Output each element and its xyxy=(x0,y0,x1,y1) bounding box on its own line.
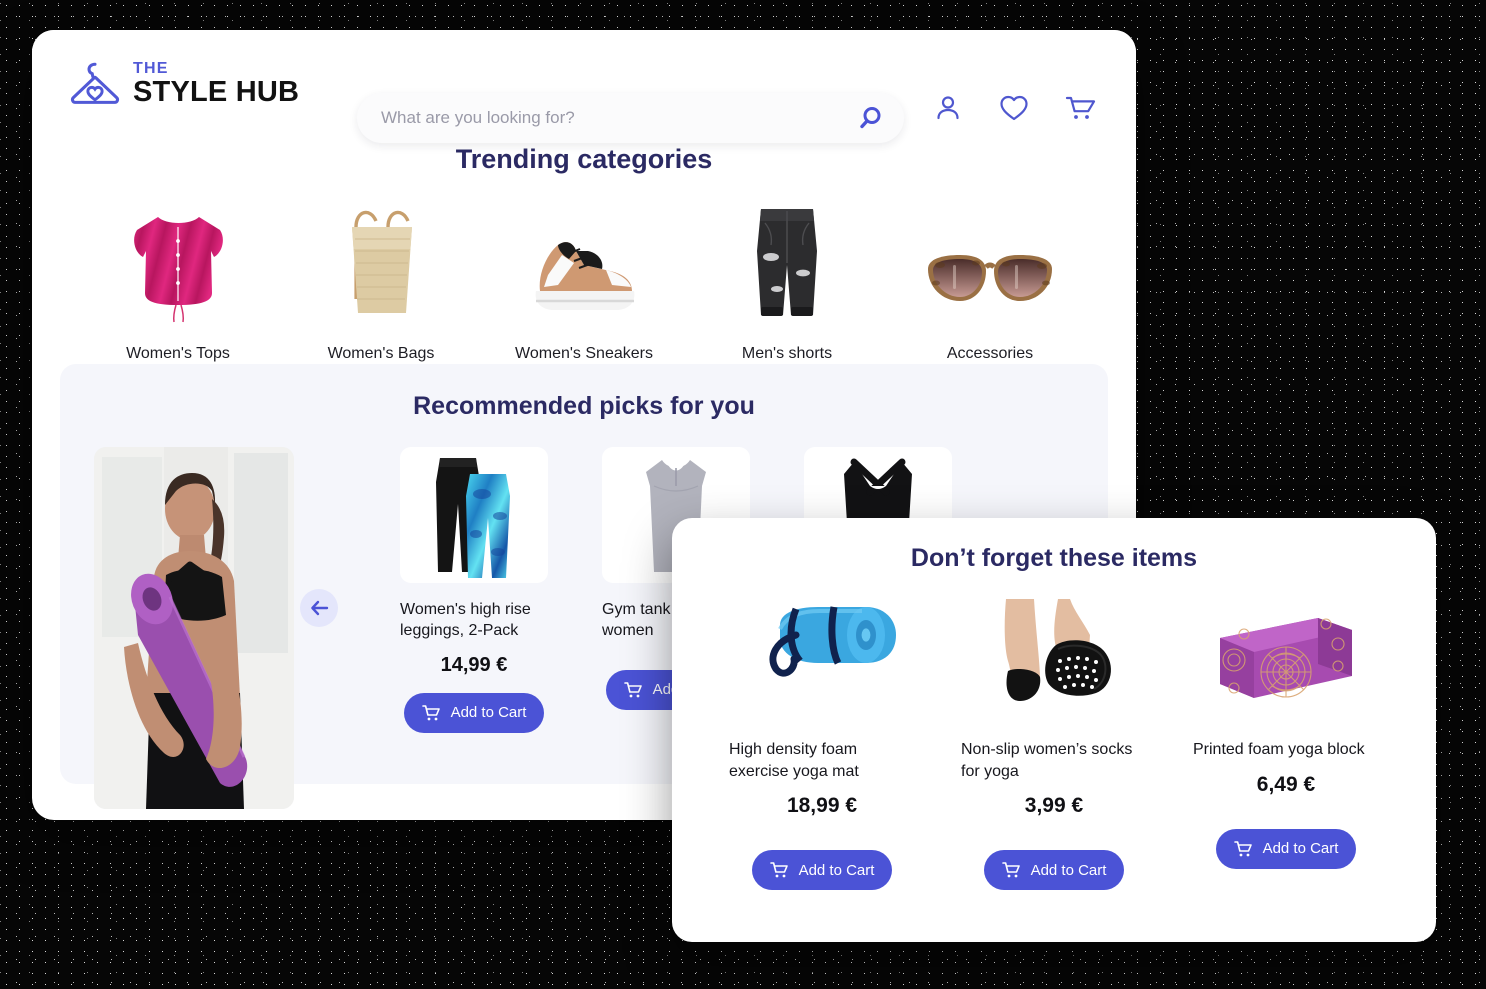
upsell-modal: Don’t forget these items High density fo… xyxy=(672,518,1436,942)
upsell-item-name: High density foam exercise yoga mat xyxy=(729,741,859,780)
category-mens-shorts[interactable]: Men's shorts xyxy=(697,203,877,363)
brand-logo[interactable]: THE STYLE HUB xyxy=(68,58,299,110)
upsell-item-image xyxy=(729,599,915,721)
add-to-cart-label: Add to Cart xyxy=(450,704,527,722)
category-accessories[interactable]: Accessories xyxy=(900,203,1080,363)
category-image xyxy=(707,203,867,325)
header-actions xyxy=(932,92,1096,124)
trending-categories-title: Trending categories xyxy=(455,144,713,174)
upsell-modal-title: Don’t forget these items xyxy=(910,544,1198,572)
category-image xyxy=(910,203,1070,325)
heart-icon xyxy=(1000,95,1028,121)
product-name: Women's high rise leggings, 2-Pack xyxy=(400,601,531,640)
add-to-cart-button[interactable]: Add to Cart xyxy=(1215,828,1357,869)
category-image xyxy=(301,203,461,325)
site-header: THE STYLE HUB xyxy=(32,30,1136,143)
shopping-cart-icon xyxy=(1065,96,1096,119)
search-bar[interactable] xyxy=(357,93,904,143)
carousel-prev-button[interactable] xyxy=(300,589,338,627)
search-button[interactable] xyxy=(854,102,886,134)
upsell-item[interactable]: High density foam exercise yoga mat 18,9… xyxy=(729,599,915,891)
cart-icon xyxy=(1001,862,1020,878)
upsell-item-image xyxy=(1193,599,1379,721)
cart-icon xyxy=(769,862,788,878)
add-to-cart-label: Add to Cart xyxy=(798,861,875,879)
upsell-item-price: 3,99 € xyxy=(1024,794,1084,818)
product-image xyxy=(400,447,548,583)
category-womens-sneakers[interactable]: Women's Sneakers xyxy=(494,203,674,363)
category-image xyxy=(98,203,258,325)
add-to-cart-button[interactable]: Add to Cart xyxy=(403,692,545,733)
tortoiseshell-sunglasses-icon xyxy=(928,255,1052,301)
arrow-left-icon xyxy=(311,600,329,616)
account-button[interactable] xyxy=(932,92,964,124)
product-price: 14,99 € xyxy=(440,653,508,676)
category-label: Women's Bags xyxy=(327,345,435,362)
search-input[interactable] xyxy=(381,108,854,128)
upsell-item-image xyxy=(961,599,1147,721)
upsell-item-name: Printed foam yoga block xyxy=(1193,741,1365,758)
upsell-items-grid: High density foam exercise yoga mat 18,9… xyxy=(672,573,1436,891)
upsell-item[interactable]: Non-slip women’s socks for yoga 3,99 € A… xyxy=(961,599,1147,891)
add-to-cart-button[interactable]: Add to Cart xyxy=(983,850,1125,891)
black-denim-shorts-icon xyxy=(757,209,817,316)
recommended-picks-title: Recommended picks for you xyxy=(413,392,755,420)
brand-name: STYLE HUB xyxy=(133,76,300,108)
hanger-heart-icon xyxy=(70,62,120,104)
cart-icon xyxy=(623,681,642,697)
category-womens-bags[interactable]: Women's Bags xyxy=(291,203,471,363)
category-label: Accessories xyxy=(946,345,1034,362)
straw-tote-bag-icon xyxy=(352,210,412,313)
search-icon xyxy=(860,107,881,129)
category-label: Women's Sneakers xyxy=(515,345,653,362)
product-card[interactable]: Women's high rise leggings, 2-Pack 14,99… xyxy=(400,447,548,809)
add-to-cart-button[interactable]: Add to Cart xyxy=(751,850,893,891)
recommended-hero-image xyxy=(94,447,294,809)
user-icon xyxy=(937,96,959,120)
cart-icon xyxy=(421,704,440,720)
upsell-item-price: 18,99 € xyxy=(786,794,858,818)
category-womens-tops[interactable]: Women's Tops xyxy=(88,203,268,363)
upsell-cta-row: Add to Cart xyxy=(729,834,915,891)
chunky-sneaker-icon xyxy=(535,242,635,310)
woman-holding-purple-yoga-mat-image xyxy=(94,447,294,809)
add-to-cart-label: Add to Cart xyxy=(1262,840,1339,858)
category-label: Women's Tops xyxy=(126,345,230,362)
upsell-item-name: Non-slip women’s socks for yoga xyxy=(961,741,1133,780)
category-label: Men's shorts xyxy=(741,345,833,362)
pink-striped-blouse-icon xyxy=(133,217,223,323)
cart-icon xyxy=(1233,840,1252,856)
black-and-tiedye-leggings-image xyxy=(436,458,510,578)
upsell-cta-row: Add to Cart xyxy=(961,834,1147,891)
upsell-item-price: 6,49 € xyxy=(1256,772,1316,796)
upsell-cta-row: Add to Cart xyxy=(1193,813,1379,869)
upsell-item[interactable]: Printed foam yoga block 6,49 € Add to Ca… xyxy=(1193,599,1379,890)
black-grip-yoga-socks-image xyxy=(1004,599,1111,701)
add-to-cart-label: Add to Cart xyxy=(1030,861,1107,879)
purple-mandala-yoga-block-image xyxy=(1220,618,1352,698)
blue-rolled-yoga-mat-image xyxy=(769,606,896,677)
wishlist-button[interactable] xyxy=(998,92,1030,124)
trending-categories-row: Women's Tops Women's Bags Women's Sneake… xyxy=(32,175,1136,363)
category-image xyxy=(504,203,664,325)
cart-button[interactable] xyxy=(1064,92,1096,124)
brand-the-label: THE xyxy=(133,60,169,77)
